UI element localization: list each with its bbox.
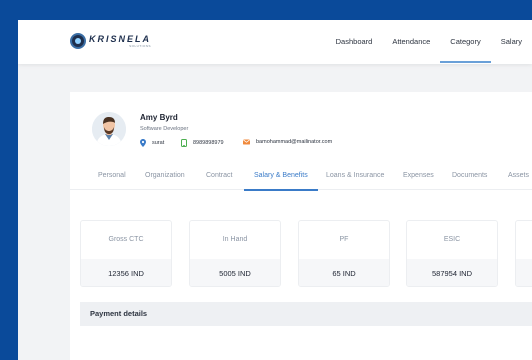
nav-category[interactable]: Category	[440, 20, 492, 64]
main-nav: Dashboard Attendance Category Salary	[326, 20, 532, 64]
employee-profile-card: Amy Byrd Software Developer surat 898989…	[70, 92, 532, 360]
location-pin-icon	[140, 139, 146, 147]
app-window: KRISNELA SOLUTIONS Dashboard Attendance …	[18, 20, 532, 360]
tab-loans-insurance[interactable]: Loans & Insurance	[326, 162, 384, 190]
tab-documents[interactable]: Documents	[452, 162, 487, 190]
stat-value-placeholder	[516, 259, 532, 286]
nav-dashboard[interactable]: Dashboard	[326, 20, 383, 64]
location-text: surat	[152, 140, 165, 146]
stat-label: PF	[339, 236, 349, 243]
avatar-person-icon	[92, 112, 126, 146]
brand-name: KRISNELA	[89, 33, 152, 44]
stat-label: ESIC	[443, 236, 461, 243]
brand-logo[interactable]: KRISNELA SOLUTIONS	[70, 33, 151, 49]
phone-icon	[181, 139, 187, 147]
tab-personal[interactable]: Personal	[98, 162, 126, 190]
stat-card-esic: ESIC 587954 IND	[406, 220, 498, 287]
stat-label: In Hand	[222, 236, 248, 243]
tab-expenses[interactable]: Expenses	[403, 162, 434, 190]
profile-tabs: Personal Organization Contract Salary & …	[70, 162, 532, 191]
tab-salary-benefits[interactable]: Salary & Benefits	[244, 162, 318, 191]
stat-value: 587954 IND	[407, 259, 497, 286]
nav-attendance[interactable]: Attendance	[382, 20, 440, 64]
stat-card-pf: PF 65 IND	[298, 220, 390, 287]
stat-card-in-hand: In Hand 5005 IND	[189, 220, 281, 287]
tab-contract[interactable]: Contract	[206, 162, 232, 190]
email-text[interactable]: bamohammad@mailinator.com	[256, 139, 332, 145]
stat-value: 12356 IND	[81, 259, 171, 286]
stat-value: 65 IND	[299, 259, 389, 286]
logo-mark-icon	[70, 33, 86, 49]
brand-tagline: SOLUTIONS	[129, 43, 152, 48]
location-info: surat	[140, 139, 164, 147]
logo-text: KRISNELA SOLUTIONS	[89, 33, 152, 48]
employee-role: Software Developer	[140, 126, 189, 132]
section-title: Payment details	[90, 309, 148, 318]
stat-card-partial	[515, 220, 532, 287]
tab-organization[interactable]: Organization	[145, 162, 185, 190]
mail-icon	[243, 139, 250, 145]
employee-name: Amy Byrd	[140, 113, 178, 122]
stat-card-gross-ctc: Gross CTC 12356 IND	[80, 220, 172, 287]
email-info: bamohammad@mailinator.com	[243, 139, 332, 145]
phone-info: 8989898979	[181, 139, 224, 147]
tab-assets[interactable]: Assets	[508, 162, 529, 190]
top-header: KRISNELA SOLUTIONS Dashboard Attendance …	[18, 20, 532, 64]
nav-salary[interactable]: Salary	[491, 20, 532, 64]
avatar	[92, 112, 126, 146]
phone-text: 8989898979	[193, 140, 224, 146]
stat-value: 5005 IND	[190, 259, 280, 286]
payment-details-header[interactable]: Payment details	[80, 302, 532, 326]
stat-label: Gross CTC	[108, 236, 144, 243]
